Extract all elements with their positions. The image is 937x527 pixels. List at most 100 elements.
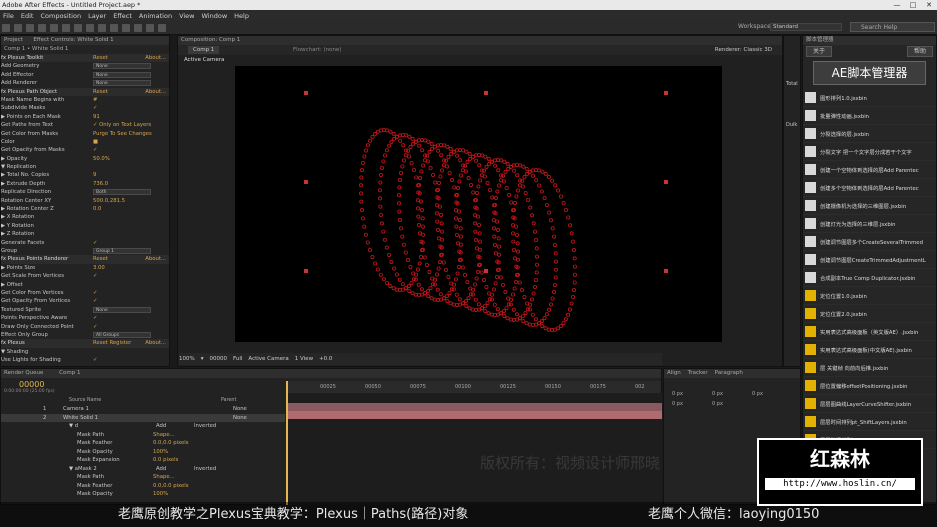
mask-value[interactable]: 0.0 pixels (153, 456, 178, 465)
effect-value[interactable]: Purge To See Changes (93, 130, 152, 138)
effect-value[interactable]: ✓ (93, 104, 97, 112)
inverted-checkbox[interactable]: Inverted (194, 422, 216, 431)
effect-row[interactable]: Replicate Direction Both (1, 188, 169, 196)
effect-row[interactable]: Get Scale From Vertices ✓ (1, 272, 169, 280)
home-icon[interactable] (2, 24, 10, 32)
script-item[interactable]: 分裂选择的层.jsxbin (803, 125, 936, 143)
effect-value[interactable]: ✓ Only on Text Layers (93, 121, 151, 129)
effect-row[interactable]: Use Lights for Shading ✓ (1, 356, 169, 364)
layer-row[interactable]: ▼ d Add Inverted (1, 422, 285, 431)
effect-dropdown[interactable]: All Groups (93, 331, 151, 338)
layer-row[interactable]: Mask Path Shape... (1, 473, 285, 482)
space-before-value[interactable]: 0 px (672, 401, 683, 407)
effect-row[interactable]: Add Effector None (1, 71, 169, 79)
layer-handle[interactable] (664, 180, 668, 184)
effect-row[interactable]: Generate Facets ✓ (1, 239, 169, 247)
parent-select[interactable]: None (233, 414, 247, 423)
effect-row[interactable]: fx Plexus Path Object Reset About... (1, 87, 169, 96)
about-link[interactable]: About... (145, 54, 169, 62)
layer-handle[interactable] (304, 269, 308, 273)
script-item[interactable]: 创建调节图层CreateTrimmedAdjustmentL (803, 251, 936, 269)
space-after-value[interactable]: 0 px (712, 401, 723, 407)
indent-first-value[interactable]: 0 px (712, 391, 723, 397)
tab-tracker[interactable]: Tracker (688, 370, 708, 376)
mask-tool-icon[interactable] (86, 24, 94, 32)
effect-value[interactable]: Reset (93, 54, 108, 62)
layer-handle[interactable] (664, 91, 668, 95)
effect-row[interactable]: Get Opacity from Masks ✓ (1, 146, 169, 154)
about-link[interactable]: About... (145, 255, 169, 263)
layer-handle[interactable] (484, 269, 488, 273)
effect-dropdown[interactable]: None (93, 80, 151, 87)
effect-row[interactable]: Add Geometry None (1, 62, 169, 70)
about-button[interactable]: 关于 (806, 46, 833, 57)
script-item[interactable]: 层 关键帧 向前向后推.jsxbin (803, 359, 936, 377)
tab-render-queue[interactable]: Render Queue (4, 370, 43, 376)
viewer-control[interactable]: Active Camera (248, 356, 288, 362)
mask-value[interactable]: Shape... (153, 431, 175, 440)
selection-tool-icon[interactable] (14, 24, 22, 32)
camera-layer-bar[interactable] (286, 403, 662, 411)
puppet-tool-icon[interactable] (158, 24, 166, 32)
rotate-tool-icon[interactable] (50, 24, 58, 32)
effect-value[interactable]: 50.0% (93, 155, 110, 163)
close-button[interactable]: ✕ (921, 0, 937, 10)
effect-row[interactable]: ▶ Y Rotation (1, 222, 169, 230)
layer-number[interactable]: 2 (43, 414, 46, 423)
layer-row[interactable]: 2 White Solid 1 None (1, 413, 285, 423)
effect-value[interactable]: ✓ (93, 239, 97, 247)
menu-item[interactable]: View (179, 12, 194, 20)
menu-item[interactable]: Window (202, 12, 228, 20)
effect-row[interactable]: ▶ Z Rotation (1, 230, 169, 238)
effect-value[interactable]: ✓ (93, 272, 97, 280)
tab-paragraph[interactable]: Paragraph (715, 370, 743, 376)
script-item[interactable]: 层层图曲线LayerCurveShifter.jsxbin (803, 395, 936, 413)
workspace-select[interactable]: Standard (770, 23, 842, 31)
effect-value[interactable]: 0.0 (93, 205, 101, 213)
effect-dropdown[interactable]: None (93, 71, 151, 78)
layer-handle[interactable] (484, 91, 488, 95)
brush-tool-icon[interactable] (122, 24, 130, 32)
effect-row[interactable]: ▼ Shading (1, 348, 169, 356)
script-item[interactable]: 定位位置1.0.jsxbin (803, 287, 936, 305)
effect-row[interactable]: fx Plexus Points Renderer Reset About... (1, 255, 169, 264)
layer-row[interactable]: Mask Path Shape... (1, 431, 285, 440)
mask-mode-select[interactable]: Add (156, 422, 166, 431)
mask-value[interactable]: 100% (153, 448, 168, 457)
script-item[interactable]: 创建多个空物体到选择的层Add Parentec (803, 179, 936, 197)
timecode[interactable]: 00000 (19, 380, 44, 389)
mask-value[interactable]: 0.0,0.0 pixels (153, 482, 189, 491)
viewer-control[interactable]: 00000 (210, 356, 228, 362)
tab-comp-1[interactable]: Comp 1 (59, 370, 80, 376)
effect-row[interactable]: Textured Sprite None (1, 306, 169, 314)
effect-row[interactable]: Get Opacity From Vertices ✓ (1, 297, 169, 305)
inverted-checkbox[interactable]: Inverted (194, 465, 216, 474)
effect-row[interactable]: Draw Only Connected Point ✓ (1, 323, 169, 331)
mask-mode-select[interactable]: Add (156, 465, 166, 474)
effect-value[interactable]: ✓ (93, 146, 97, 154)
renderer-label[interactable]: Renderer: Classic 3D (715, 45, 772, 55)
effect-value[interactable]: ✓ (93, 356, 97, 364)
layer-row[interactable]: Mask Feather 0.0,0.0 pixels (1, 439, 285, 448)
menu-item[interactable]: Animation (139, 12, 172, 20)
effect-row[interactable]: Get Color from Masks Purge To See Changes (1, 130, 169, 138)
menu-item[interactable]: File (3, 12, 14, 20)
script-item[interactable]: 图形排列1.0.jsxbin (803, 89, 936, 107)
zoom-tool-icon[interactable] (38, 24, 46, 32)
effect-row[interactable]: Get Paths from Text ✓ Only on Text Layers (1, 121, 169, 129)
effect-value[interactable]: 91 (93, 113, 100, 121)
effect-row[interactable]: fx Plexus Toolkit Reset About... (1, 54, 169, 63)
tab-align[interactable]: Align (667, 370, 681, 376)
menu-item[interactable]: Help (234, 12, 249, 20)
indent-left-value[interactable]: 0 px (672, 391, 683, 397)
about-link[interactable]: About... (145, 88, 169, 96)
script-item[interactable]: 创建一个空物体到选择的层Add Parentec (803, 161, 936, 179)
script-item[interactable]: 实用表达式高级面板(中文版AE).jsxbin (803, 341, 936, 359)
effect-row[interactable]: Effect Only Group All Groups (1, 331, 169, 339)
effect-row[interactable]: ▶ Points Size 3.00 (1, 264, 169, 272)
script-item[interactable]: 层位置偏移offsetPositioning.jsxbin (803, 377, 936, 395)
parent-select[interactable]: None (233, 405, 247, 414)
hand-tool-icon[interactable] (26, 24, 34, 32)
menu-item[interactable]: Layer (88, 12, 106, 20)
effect-row[interactable]: Mask Name Begins with # (1, 96, 169, 104)
